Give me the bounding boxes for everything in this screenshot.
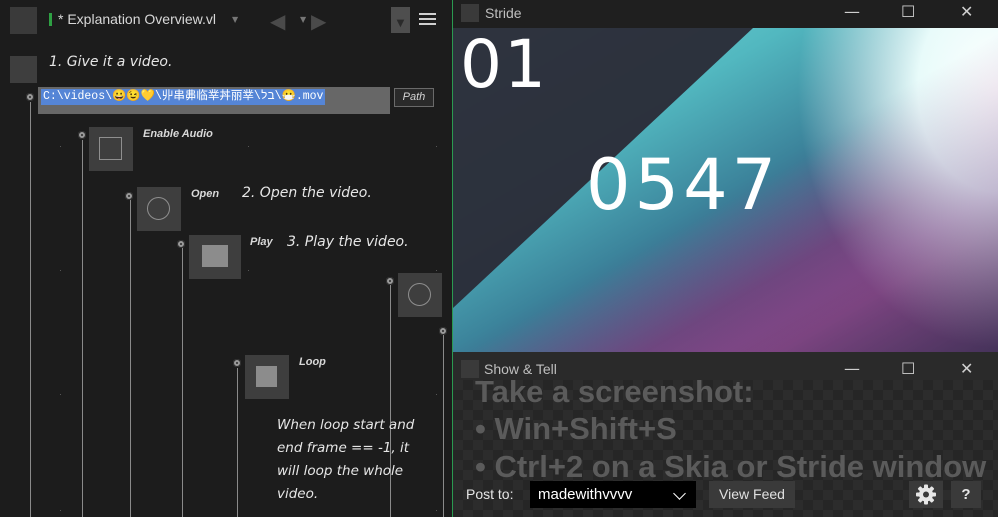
forward-icon[interactable]: ▶ [311, 9, 326, 33]
grid-dot [60, 510, 61, 511]
help-button[interactable]: ? [951, 481, 981, 508]
loop-note-line: will loop the whole [277, 463, 404, 479]
wire[interactable] [82, 140, 83, 517]
overlay-counter-small: 01 [460, 28, 548, 103]
path-input-value[interactable]: C:\videos\😀😉💛\丱串丳临丵丼丽丵\בל\😷.mov [41, 89, 326, 105]
loop-note-line: When loop start and [277, 417, 415, 433]
down-arrow-button[interactable]: ▼ [391, 7, 410, 33]
view-feed-button[interactable]: View Feed [709, 481, 795, 508]
maximize-icon[interactable]: ☐ [901, 2, 915, 21]
step2-comment: 2. Open the video. [242, 185, 372, 201]
settings-button[interactable] [909, 481, 943, 508]
grid-dot [248, 146, 249, 147]
toggle-filled-icon [256, 366, 277, 387]
show-and-tell-window: Show & Tell — ☐ ✕ Take a screenshot: • W… [453, 352, 998, 517]
minimize-icon[interactable]: — [844, 359, 860, 378]
grid-dot [60, 394, 61, 395]
grid-dot [436, 270, 437, 271]
wire[interactable] [237, 368, 238, 517]
modified-indicator [49, 13, 52, 26]
document-dropdown-icon[interactable]: ▼ [232, 15, 238, 24]
output-pin[interactable] [78, 131, 86, 139]
stride-window: Stride — ☐ ✕ 01 0547 [453, 0, 998, 352]
step3-comment: 3. Play the video. [287, 234, 409, 250]
patch-editor: * Explanation Overview.vl ▼ ◀ ▼ ▶ ▼ 1. G… [0, 0, 452, 517]
output-pin[interactable] [26, 93, 34, 101]
enable-audio-toggle[interactable] [89, 127, 133, 171]
toggle-filled-icon [202, 245, 228, 267]
instructions-line: • Ctrl+2 on a Skia or Stride window [475, 449, 987, 484]
grid-dot [248, 270, 249, 271]
close-icon[interactable]: ✕ [960, 359, 973, 378]
bang-node[interactable] [398, 273, 442, 317]
enable-audio-label: Enable Audio [143, 128, 213, 140]
grid-dot [60, 270, 61, 271]
play-label: Play [250, 236, 273, 248]
grid-dot [436, 510, 437, 511]
back-icon[interactable]: ◀ [270, 9, 285, 33]
grid-dot [60, 146, 61, 147]
post-to-label: Post to: [466, 486, 514, 502]
loop-note: When loop start and end frame == -1, it … [277, 414, 414, 506]
instructions-line: • Win+Shift+S [475, 411, 677, 446]
video-node[interactable] [10, 56, 37, 83]
grid-dot [436, 146, 437, 147]
bang-circle-icon [147, 197, 170, 220]
output-pin[interactable] [386, 277, 394, 285]
output-pin[interactable] [177, 240, 185, 248]
hamburger-menu-icon[interactable] [419, 13, 436, 27]
path-button[interactable]: Path [394, 88, 434, 107]
history-dropdown-icon[interactable]: ▼ [300, 15, 306, 24]
loop-toggle[interactable] [245, 355, 289, 399]
minimize-icon[interactable]: — [844, 2, 860, 21]
window-icon [461, 4, 479, 22]
render-viewport[interactable]: 01 0547 [453, 28, 998, 352]
overlay-counter-large: 0547 [586, 144, 781, 226]
wire[interactable] [130, 200, 131, 517]
gear-icon [916, 484, 936, 505]
instructions-line: Take a screenshot: [475, 374, 754, 409]
post-to-value: madewithvvvv [538, 486, 633, 503]
loop-label: Loop [299, 356, 326, 368]
loop-note-line: end frame == -1, it [277, 440, 410, 456]
post-to-select[interactable]: madewithvvvv [530, 481, 696, 508]
bang-circle-icon [408, 283, 431, 306]
grid-dot [436, 394, 437, 395]
window-title: Stride [485, 5, 522, 21]
play-toggle[interactable] [189, 235, 241, 279]
open-label: Open [191, 188, 220, 200]
wire[interactable] [443, 335, 444, 517]
document-title[interactable]: * Explanation Overview.vl [58, 11, 216, 27]
app-icon[interactable] [10, 7, 37, 34]
output-pin[interactable] [125, 192, 133, 200]
output-pin[interactable] [439, 327, 447, 335]
wire[interactable] [182, 248, 183, 517]
toggle-square-icon [99, 137, 122, 160]
maximize-icon[interactable]: ☐ [901, 359, 915, 378]
loop-note-line: video. [277, 486, 319, 502]
close-icon[interactable]: ✕ [960, 2, 973, 21]
output-pin[interactable] [233, 359, 241, 367]
open-button-node[interactable] [137, 187, 181, 231]
wire[interactable] [30, 102, 31, 517]
step1-comment: 1. Give it a video. [49, 54, 173, 70]
chevron-down-icon [673, 487, 686, 500]
